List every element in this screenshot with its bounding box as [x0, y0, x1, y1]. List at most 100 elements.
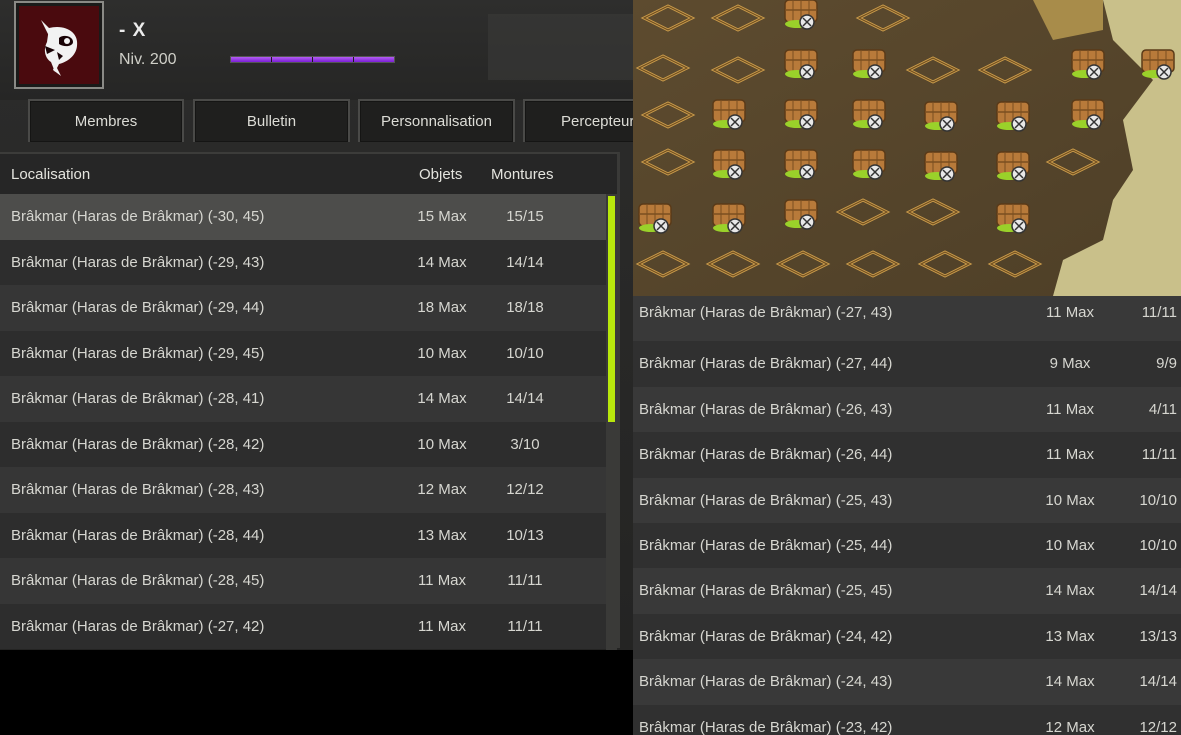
- table-row[interactable]: Brâkmar (Haras de Brâkmar) (-23, 42) 12 M…: [633, 704, 1181, 735]
- table-row[interactable]: Brâkmar (Haras de Brâkmar) (-24, 42) 13 M…: [633, 613, 1181, 660]
- stable-barn-icon[interactable]: [712, 149, 746, 180]
- table-row[interactable]: Brâkmar (Haras de Brâkmar) (-29, 43) 14 M…: [0, 239, 606, 285]
- paddock-map[interactable]: [633, 0, 1181, 296]
- stable-barn-icon[interactable]: [1141, 49, 1175, 80]
- table-row[interactable]: Brâkmar (Haras de Brâkmar) (-28, 41) 14 M…: [0, 376, 606, 422]
- cell-objects: 11 Max: [417, 617, 467, 635]
- cell-objects: 10 Max: [1045, 536, 1095, 554]
- column-header-location[interactable]: Localisation: [11, 166, 90, 183]
- world-map-view[interactable]: [633, 0, 1181, 296]
- paddock-table: Localisation Objets Montures Brâkmar (Ha…: [0, 152, 620, 650]
- stable-barn-icon[interactable]: [784, 199, 818, 230]
- cell-mounts: 11/11: [1141, 446, 1177, 464]
- table-row[interactable]: Brâkmar (Haras de Brâkmar) (-30, 45) 15 M…: [0, 194, 606, 240]
- stable-barn-icon[interactable]: [712, 203, 746, 234]
- stable-barn-icon[interactable]: [852, 49, 886, 80]
- table-row[interactable]: Brâkmar (Haras de Brâkmar) (-25, 44) 10 M…: [633, 522, 1181, 569]
- stable-barn-icon[interactable]: [996, 151, 1030, 182]
- cell-location: Brâkmar (Haras de Brâkmar) (-27, 44): [639, 355, 893, 373]
- column-header-objects[interactable]: Objets: [419, 166, 462, 183]
- cell-location: Brâkmar (Haras de Brâkmar) (-25, 43): [639, 491, 893, 509]
- cell-location: Brâkmar (Haras de Brâkmar) (-29, 44): [11, 299, 265, 316]
- stable-barn-icon[interactable]: [784, 0, 818, 30]
- column-header-mounts[interactable]: Montures: [491, 166, 554, 183]
- stable-barn-icon[interactable]: [784, 99, 818, 130]
- stable-barn-icon[interactable]: [712, 99, 746, 130]
- stable-barn-icon[interactable]: [924, 101, 958, 132]
- cell-location: Brâkmar (Haras de Brâkmar) (-26, 43): [639, 400, 893, 418]
- guild-emblem[interactable]: [14, 1, 104, 89]
- table-row[interactable]: Brâkmar (Haras de Brâkmar) (-24, 43) 14 M…: [633, 659, 1181, 705]
- table-row[interactable]: Brâkmar (Haras de Brâkmar) (-27, 44) 9 Ma…: [633, 341, 1181, 387]
- table-row[interactable]: Brâkmar (Haras de Brâkmar) (-25, 45) 14 M…: [633, 568, 1181, 614]
- cell-objects: 11 Max: [1045, 304, 1095, 321]
- table-row[interactable]: Brâkmar (Haras de Brâkmar) (-27, 43) 11 M…: [633, 296, 1181, 342]
- cell-objects: 10 Max: [1045, 491, 1095, 509]
- table-header: Localisation Objets Montures: [0, 154, 617, 194]
- guild-tabs: Membres Bulletin Personnalisation Percep…: [0, 99, 653, 143]
- cell-mounts: 11/11: [507, 617, 543, 635]
- table-row[interactable]: Brâkmar (Haras de Brâkmar) (-26, 43) 11 M…: [633, 386, 1181, 433]
- stable-barn-icon[interactable]: [784, 149, 818, 180]
- guild-xp-bar: [230, 56, 395, 63]
- cell-objects: 12 Max: [1045, 718, 1095, 735]
- cell-mounts: 10/10: [506, 344, 544, 362]
- cell-mounts: 10/10: [1139, 536, 1177, 554]
- table-row[interactable]: Brâkmar (Haras de Brâkmar) (-26, 44) 11 M…: [633, 432, 1181, 478]
- table-row[interactable]: Brâkmar (Haras de Brâkmar) (-25, 43) 10 M…: [633, 477, 1181, 523]
- cell-location: Brâkmar (Haras de Brâkmar) (-25, 44): [639, 536, 893, 554]
- stable-barn-icon[interactable]: [1071, 99, 1105, 130]
- cell-objects: 11 Max: [1045, 446, 1095, 464]
- cell-location: Brâkmar (Haras de Brâkmar) (-27, 43): [639, 304, 893, 321]
- stable-barn-icon[interactable]: [852, 99, 886, 130]
- table-row[interactable]: Brâkmar (Haras de Brâkmar) (-29, 45) 10 M…: [0, 330, 606, 376]
- cell-objects: 14 Max: [417, 253, 467, 271]
- tab-personnalisation[interactable]: Personnalisation: [358, 99, 515, 142]
- table-scrollbar[interactable]: [606, 194, 617, 650]
- cell-objects: 11 Max: [417, 572, 467, 589]
- stable-barn-icon[interactable]: [996, 203, 1030, 234]
- cell-location: Brâkmar (Haras de Brâkmar) (-28, 41): [11, 390, 265, 407]
- cell-mounts: 14/14: [506, 390, 544, 407]
- table-row[interactable]: Brâkmar (Haras de Brâkmar) (-27, 42) 11 M…: [0, 603, 606, 649]
- tab-membres[interactable]: Membres: [28, 99, 184, 142]
- stable-barn-icon[interactable]: [638, 203, 672, 234]
- stable-barn-icon[interactable]: [784, 49, 818, 80]
- guild-name: - X: [119, 20, 147, 41]
- guild-panel: - X Niv. 200 Membres Bulletin Personnali…: [0, 0, 653, 650]
- cell-location: Brâkmar (Haras de Brâkmar) (-28, 44): [11, 526, 265, 544]
- cell-location: Brâkmar (Haras de Brâkmar) (-27, 42): [11, 617, 265, 635]
- cell-objects: 18 Max: [417, 299, 467, 316]
- guild-level: Niv. 200: [119, 51, 177, 68]
- cell-objects: 12 Max: [417, 481, 467, 498]
- table-row[interactable]: Brâkmar (Haras de Brâkmar) (-29, 44) 18 M…: [0, 285, 606, 331]
- cell-objects: 10 Max: [417, 435, 467, 453]
- cell-mounts: 10/10: [1139, 491, 1177, 509]
- table-row[interactable]: Brâkmar (Haras de Brâkmar) (-28, 44) 13 M…: [0, 512, 606, 558]
- cell-mounts: 13/13: [1139, 627, 1177, 645]
- tab-bulletin[interactable]: Bulletin: [193, 99, 350, 142]
- stable-barn-icon[interactable]: [1071, 49, 1105, 80]
- table-row[interactable]: Brâkmar (Haras de Brâkmar) (-28, 42) 10 M…: [0, 421, 606, 467]
- cell-location: Brâkmar (Haras de Brâkmar) (-28, 45): [11, 572, 265, 589]
- cell-location: Brâkmar (Haras de Brâkmar) (-30, 45): [11, 208, 265, 225]
- scrollbar-thumb[interactable]: [608, 196, 615, 422]
- table-row[interactable]: Brâkmar (Haras de Brâkmar) (-28, 45) 11 M…: [0, 558, 606, 604]
- cell-objects: 14 Max: [1045, 673, 1095, 691]
- cell-location: Brâkmar (Haras de Brâkmar) (-29, 45): [11, 344, 265, 362]
- stable-barn-icon[interactable]: [924, 151, 958, 182]
- cell-location: Brâkmar (Haras de Brâkmar) (-26, 44): [639, 446, 893, 464]
- stable-barn-icon[interactable]: [996, 101, 1030, 132]
- cell-objects: 15 Max: [417, 208, 467, 225]
- cell-mounts: 14/14: [1139, 582, 1177, 600]
- paddock-table-continued: Brâkmar (Haras de Brâkmar) (-27, 43) 11 M…: [633, 296, 1181, 735]
- table-row[interactable]: Brâkmar (Haras de Brâkmar) (-28, 43) 12 M…: [0, 467, 606, 513]
- cell-mounts: 14/14: [1139, 673, 1177, 691]
- cell-objects: 14 Max: [1045, 582, 1095, 600]
- stable-barn-icon[interactable]: [852, 149, 886, 180]
- cell-location: Brâkmar (Haras de Brâkmar) (-28, 42): [11, 435, 265, 453]
- cell-objects: 13 Max: [417, 526, 467, 544]
- cell-mounts: 4/11: [1148, 400, 1177, 418]
- cell-objects: 9 Max: [1049, 355, 1091, 373]
- cell-objects: 13 Max: [1045, 627, 1095, 645]
